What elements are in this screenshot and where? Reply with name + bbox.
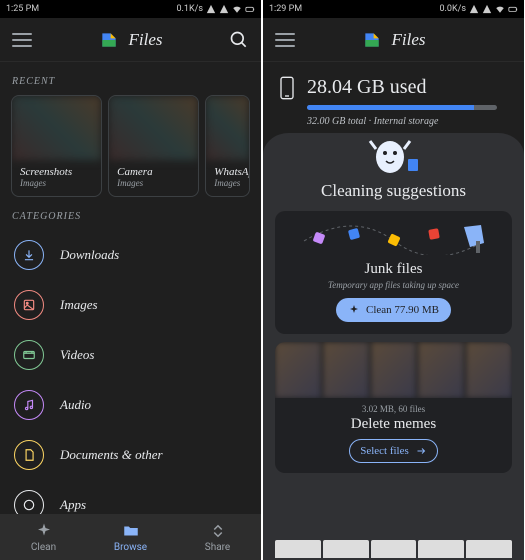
screen-clean: 1:29 PM 0.0K/s Files 28.04 GB used 32.00… <box>263 0 524 560</box>
status-bar: 1:29 PM 0.0K/s <box>263 0 524 18</box>
category-label: Audio <box>60 397 91 413</box>
clean-button-label: Clean 77.90 MB <box>366 304 439 316</box>
recent-card-whatsapp[interactable]: WhatsAp Images <box>205 95 250 197</box>
clean-button[interactable]: Clean 77.90 MB <box>336 298 451 322</box>
app-title: Files <box>129 30 163 50</box>
cleaning-title: Cleaning suggestions <box>263 181 524 201</box>
thumbnail <box>109 96 198 160</box>
category-audio[interactable]: Audio <box>0 380 261 430</box>
browse-content[interactable]: RECENT Screenshots Images Camera Images <box>0 62 261 514</box>
phone-storage-icon <box>279 76 295 104</box>
apps-icon <box>14 490 44 514</box>
category-downloads[interactable]: Downloads <box>0 230 261 280</box>
status-net: 0.1K/s <box>177 4 204 14</box>
categories-label: CATEGORIES <box>0 197 261 230</box>
signal-icon <box>219 4 229 14</box>
storage-progress <box>307 105 497 110</box>
app-bar: Files <box>263 18 524 62</box>
junk-subtitle: Temporary app files taking up space <box>283 280 504 290</box>
category-label: Documents & other <box>60 447 163 463</box>
sparkle-icon <box>348 304 360 316</box>
memes-meta: 3.02 MB, 60 files <box>275 404 512 414</box>
select-button-label: Select files <box>360 445 409 457</box>
category-label: Downloads <box>60 247 119 263</box>
card-title: WhatsAp <box>214 166 241 178</box>
category-label: Images <box>60 297 98 313</box>
recent-label: RECENT <box>0 62 261 95</box>
thumbnail <box>206 96 249 160</box>
app-bar: Files <box>0 18 261 62</box>
nav-clean[interactable]: Clean <box>0 514 87 560</box>
nav-label: Clean <box>31 542 56 553</box>
memes-title: Delete memes <box>275 416 512 433</box>
arrow-right-icon <box>415 445 427 457</box>
storage-used: 28.04 GB used <box>307 76 497 99</box>
sim-icon <box>469 4 479 14</box>
video-icon <box>14 340 44 370</box>
thumbnail <box>12 96 101 160</box>
delete-memes-card[interactable]: 3.02 MB, 60 files Delete memes Select fi… <box>275 342 512 473</box>
share-icon <box>209 522 227 540</box>
category-videos[interactable]: Videos <box>0 330 261 380</box>
status-time: 1:29 PM <box>269 4 302 14</box>
files-logo-icon <box>362 30 382 50</box>
nav-label: Share <box>205 542 230 553</box>
select-files-button[interactable]: Select files <box>349 439 438 463</box>
truncated-card <box>263 538 524 560</box>
signal-icon <box>482 4 492 14</box>
app-title: Files <box>392 30 426 50</box>
card-title: Camera <box>117 166 190 178</box>
image-icon <box>14 290 44 320</box>
junk-files-card[interactable]: Junk files Temporary app files taking up… <box>275 211 512 334</box>
junk-title: Junk files <box>283 261 504 278</box>
category-images[interactable]: Images <box>0 280 261 330</box>
search-icon[interactable] <box>229 30 249 50</box>
files-logo-icon <box>99 30 119 50</box>
memes-thumbs <box>275 342 512 398</box>
battery-icon <box>245 4 255 14</box>
cleaning-panel: Cleaning suggestions Junk files Temporar… <box>263 133 524 560</box>
card-subtitle: Images <box>214 178 241 188</box>
card-subtitle: Images <box>20 178 93 188</box>
status-time: 1:25 PM <box>6 4 39 14</box>
nav-label: Browse <box>114 542 147 553</box>
recent-row[interactable]: Screenshots Images Camera Images WhatsAp… <box>0 95 261 197</box>
category-label: Videos <box>60 347 94 363</box>
wifi-icon <box>495 4 505 14</box>
battery-icon <box>508 4 518 14</box>
sim-icon <box>206 4 216 14</box>
status-net: 0.0K/s <box>440 4 467 14</box>
card-title: Screenshots <box>20 166 93 178</box>
recent-card-camera[interactable]: Camera Images <box>108 95 199 197</box>
download-icon <box>14 240 44 270</box>
screen-browse: 1:25 PM 0.1K/s Files RECENT Screenshots … <box>0 0 261 560</box>
audio-icon <box>14 390 44 420</box>
folder-icon <box>122 522 140 540</box>
sparkle-icon <box>35 522 53 540</box>
status-bar: 1:25 PM 0.1K/s <box>0 0 261 18</box>
category-apps[interactable]: Apps <box>0 480 261 514</box>
storage-total: 32.00 GB total · Internal storage <box>307 116 497 127</box>
wifi-icon <box>232 4 242 14</box>
hamburger-menu-icon[interactable] <box>275 33 295 47</box>
card-subtitle: Images <box>117 178 190 188</box>
document-icon <box>14 440 44 470</box>
bottom-nav: Clean Browse Share <box>0 514 261 560</box>
recent-card-screenshots[interactable]: Screenshots Images <box>11 95 102 197</box>
nav-browse[interactable]: Browse <box>87 514 174 560</box>
mascot-icon <box>364 127 424 177</box>
hamburger-menu-icon[interactable] <box>12 33 32 47</box>
storage-summary[interactable]: 28.04 GB used 32.00 GB total · Internal … <box>263 62 524 131</box>
category-label: Apps <box>60 497 86 513</box>
category-documents[interactable]: Documents & other <box>0 430 261 480</box>
confetti-icon <box>294 221 494 255</box>
nav-share[interactable]: Share <box>174 514 261 560</box>
